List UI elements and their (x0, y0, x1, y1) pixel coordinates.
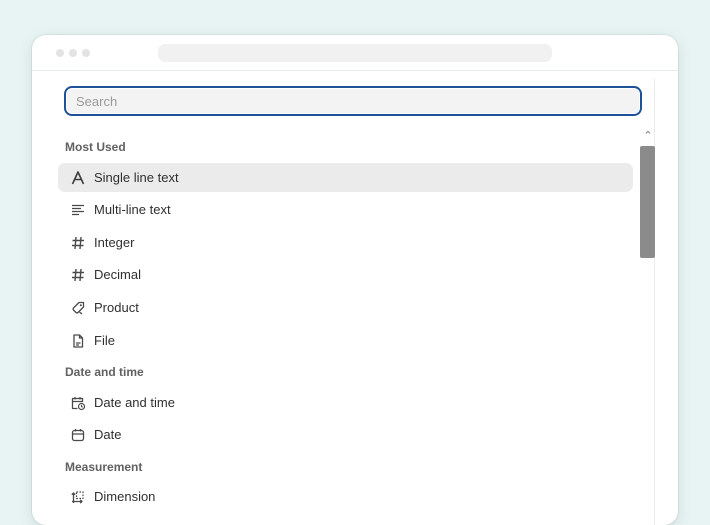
list-item-date-and-time[interactable]: Date and time (58, 388, 633, 417)
letter-a-icon (68, 168, 88, 188)
list-item-integer[interactable]: Integer (58, 228, 633, 257)
window-dot-icon (82, 49, 90, 57)
window-titlebar (32, 35, 678, 71)
window-dot-icon (56, 49, 64, 57)
list-item-label: Single line text (94, 170, 179, 185)
list-item-dimension[interactable]: Dimension (58, 482, 633, 511)
scrollbar-thumb[interactable] (640, 146, 655, 258)
multi-line-text-icon (68, 200, 88, 220)
list-item-label: Decimal (94, 267, 141, 282)
list-item-file[interactable]: File (58, 326, 633, 355)
list-item-decimal[interactable]: Decimal (58, 260, 633, 289)
product-tag-icon (68, 298, 88, 318)
list-item-label: Integer (94, 235, 135, 250)
search-input[interactable] (64, 86, 642, 116)
list-item-multi-line-text[interactable]: Multi-line text (58, 195, 633, 224)
app-window: ⌃ Most Used Single line text Multi-line … (32, 35, 678, 525)
list-item-label: Multi-line text (94, 202, 171, 217)
address-bar[interactable] (158, 44, 552, 62)
file-icon (68, 331, 88, 351)
list-item-single-line-text[interactable]: Single line text (58, 163, 633, 192)
list-item-product[interactable]: Product (58, 293, 633, 322)
list-item-label: Dimension (94, 489, 156, 504)
list-item-label: Product (94, 300, 139, 315)
window-dot-icon (69, 49, 77, 57)
list-item-label: Date and time (94, 395, 175, 410)
list-item-label: File (94, 333, 115, 348)
list-item-label: Date (94, 427, 122, 442)
dimension-arrows-icon (68, 487, 88, 507)
list-item-date[interactable]: Date (58, 420, 633, 449)
scroll-up-arrow-icon[interactable]: ⌃ (641, 130, 655, 142)
hash-icon (68, 233, 88, 253)
calendar-icon (68, 425, 88, 445)
section-header-measurement: Measurement (65, 460, 143, 474)
calendar-clock-icon (68, 393, 88, 413)
section-header-date-and-time: Date and time (65, 365, 144, 379)
hash-icon (68, 265, 88, 285)
section-header-most-used: Most Used (65, 140, 126, 154)
